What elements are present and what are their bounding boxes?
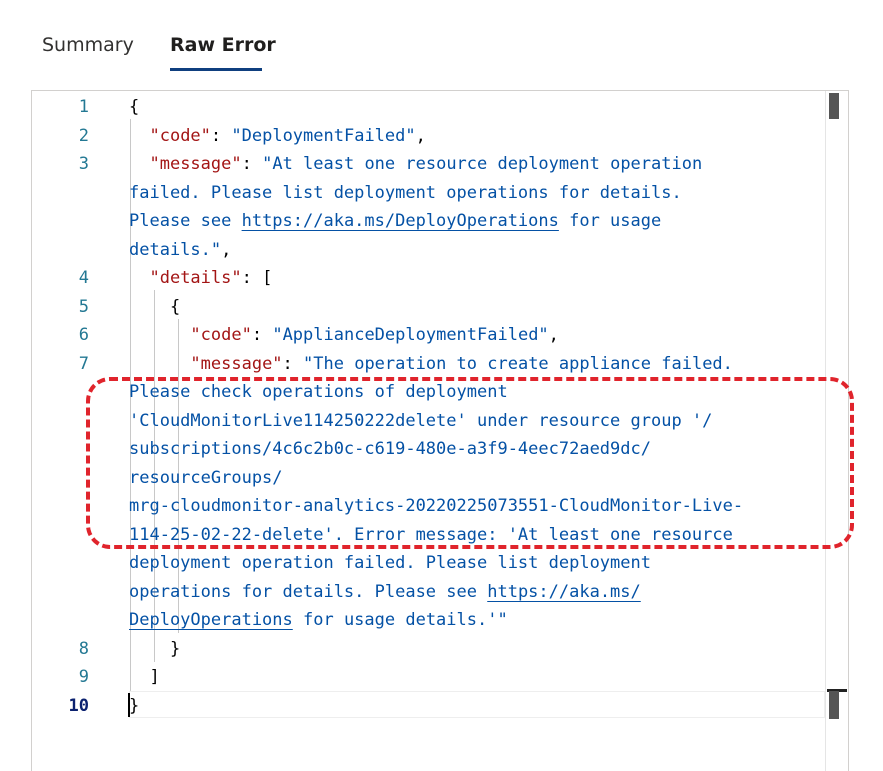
scrollbar-thumb[interactable] xyxy=(829,93,839,119)
tab-raw-error[interactable]: Raw Error xyxy=(170,34,276,56)
colon: : xyxy=(251,325,273,345)
code-line-wrap: Please see https://aka.ms/DeployOperatio… xyxy=(129,207,661,236)
brace: { xyxy=(129,97,140,117)
brace: { xyxy=(169,297,181,317)
json-string: Please see xyxy=(129,211,242,231)
json-string: operations for details. Please see xyxy=(129,582,488,602)
json-string: details." xyxy=(129,240,222,260)
json-string: failed. Please list deployment operation… xyxy=(129,183,682,203)
code-content[interactable]: { "code": "DeploymentFailed", "message":… xyxy=(129,91,825,771)
tab-bar: Summary Raw Error xyxy=(0,0,883,80)
deploy-operations-link[interactable]: https://aka.ms/DeployOperations xyxy=(242,211,559,231)
code-line: { xyxy=(129,93,139,122)
code-line: { xyxy=(129,293,180,322)
code-line: "code": "DeploymentFailed", xyxy=(129,122,426,151)
json-string: subscriptions/4c6c2b0c-c619-480e-a3f9-4e… xyxy=(129,439,651,459)
active-tab-indicator xyxy=(170,68,262,71)
colon: : xyxy=(210,126,232,146)
json-key: "code" xyxy=(149,126,211,146)
json-string: resourceGroups/ xyxy=(129,468,283,488)
code-line-wrap: 'CloudMonitorLive114250222delete' under … xyxy=(129,407,712,436)
json-string: 'CloudMonitorLive114250222delete' under … xyxy=(129,411,713,431)
json-string: "The operation to create appliance faile… xyxy=(303,354,733,374)
code-line-wrap: subscriptions/4c6c2b0c-c619-480e-a3f9-4e… xyxy=(129,435,651,464)
line-number: 7 xyxy=(78,354,89,374)
line-number: 1 xyxy=(78,97,89,117)
code-line: ] xyxy=(129,663,160,692)
json-string: 114-25-02-22-delete'. Error message: 'At… xyxy=(129,525,733,545)
json-string: "DeploymentFailed" xyxy=(231,126,416,146)
brace: } xyxy=(169,639,181,659)
code-line: } xyxy=(129,692,139,721)
bracket: : [ xyxy=(241,268,273,288)
code-line: "message": "The operation to create appl… xyxy=(129,350,733,379)
json-key: "message" xyxy=(190,354,283,374)
code-editor[interactable]: 1 2 3 4 5 6 7 8 9 10 { "code": "Deployme… xyxy=(31,90,849,771)
code-line-wrap: failed. Please list deployment operation… xyxy=(129,179,682,208)
code-line: "details": [ xyxy=(129,264,272,293)
code-line-wrap: mrg-cloudmonitor-analytics-2022022507355… xyxy=(129,492,743,521)
json-string: mrg-cloudmonitor-analytics-2022022507355… xyxy=(129,496,744,516)
json-string: "At least one resource deployment operat… xyxy=(262,154,703,174)
deploy-operations-link[interactable]: DeployOperations xyxy=(129,610,293,630)
code-line-wrap: operations for details. Please see https… xyxy=(129,578,641,607)
deploy-operations-link[interactable]: https://aka.ms/ xyxy=(487,582,641,602)
line-number: 4 xyxy=(78,268,89,288)
tab-summary[interactable]: Summary xyxy=(42,34,134,56)
colon: : xyxy=(241,154,263,174)
code-line-wrap: DeployOperations for usage details.'" xyxy=(129,606,508,635)
json-key: "details" xyxy=(149,268,242,288)
cursor-position-marker xyxy=(829,691,839,719)
line-number: 8 xyxy=(78,639,89,659)
json-key: "message" xyxy=(149,154,242,174)
line-number: 5 xyxy=(78,297,89,317)
bracket: ] xyxy=(149,667,160,687)
line-number: 6 xyxy=(78,325,89,345)
comma: , xyxy=(415,126,426,146)
json-string: for usage xyxy=(558,211,662,231)
line-number-active: 10 xyxy=(68,696,89,716)
code-line-wrap: Please check operations of deployment xyxy=(129,378,508,407)
code-line: } xyxy=(129,635,180,664)
json-key: "code" xyxy=(190,325,252,345)
comma: , xyxy=(221,240,232,260)
code-line-wrap: deployment operation failed. Please list… xyxy=(129,549,651,578)
vertical-scrollbar[interactable] xyxy=(825,91,848,771)
code-line-wrap: resourceGroups/ xyxy=(129,464,283,493)
code-line: "code": "ApplianceDeploymentFailed", xyxy=(129,321,559,350)
code-line-wrap: details.", xyxy=(129,236,231,265)
json-string: deployment operation failed. Please list… xyxy=(129,553,651,573)
code-line-wrap: 114-25-02-22-delete'. Error message: 'At… xyxy=(129,521,733,550)
line-number: 9 xyxy=(78,667,89,687)
line-number: 3 xyxy=(78,154,89,174)
code-line: "message": "At least one resource deploy… xyxy=(129,150,702,179)
json-string: for usage details.'" xyxy=(292,610,508,630)
json-string: Please check operations of deployment xyxy=(129,382,508,402)
line-number: 2 xyxy=(78,126,89,146)
line-number-gutter: 1 2 3 4 5 6 7 8 9 10 xyxy=(32,91,120,771)
colon: : xyxy=(282,354,304,374)
brace: } xyxy=(129,696,140,716)
json-string: "ApplianceDeploymentFailed" xyxy=(272,325,549,345)
comma: , xyxy=(548,325,559,345)
